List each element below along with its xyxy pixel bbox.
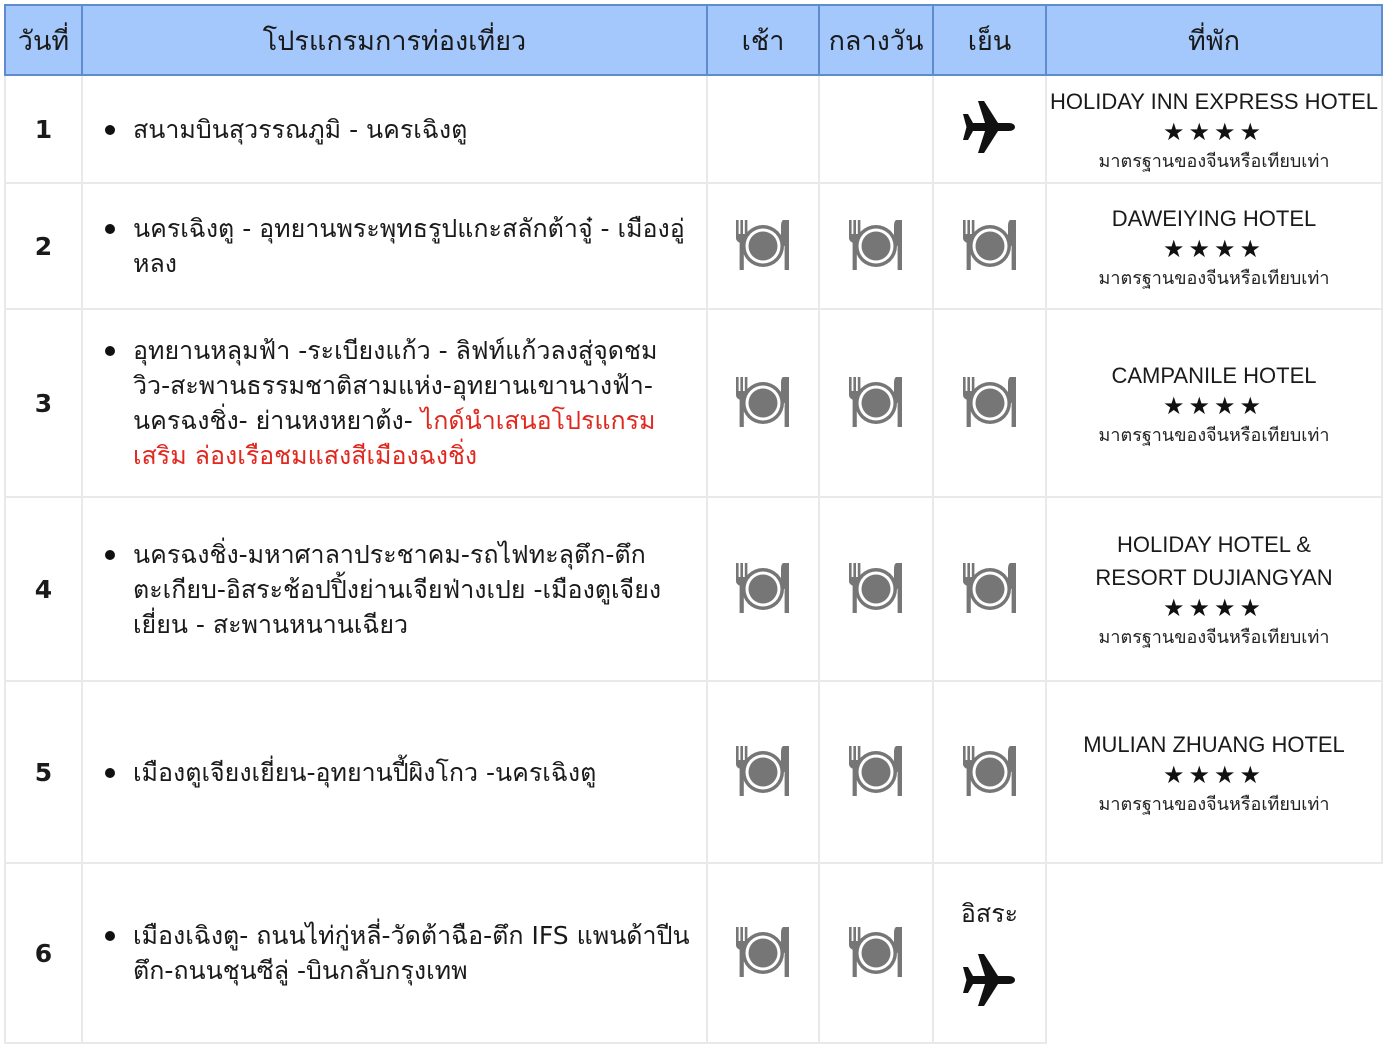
hotel-standard: มาตรฐานของจีนหรือเทียบเท่า — [1098, 424, 1330, 445]
program-cell: นครเฉิงตู - อุทยานพระพุทธรูปแกะสลักต้าจู… — [81, 182, 708, 310]
hotel-name: HOLIDAY HOTEL & RESORT DUJIANGYAN — [1095, 532, 1333, 590]
plate-fork-knife-icon — [734, 220, 792, 276]
program-item: อุทยานหลุมฟ้า -ระเบียงแก้ว - ลิฟท์แก้วลง… — [105, 333, 694, 473]
plate-fork-knife-icon — [961, 563, 1019, 619]
plate-fork-knife-icon — [734, 746, 792, 802]
hotel-name: CAMPANILE HOTEL — [1111, 362, 1317, 388]
hotel-stars: ★★★★ — [1162, 761, 1266, 789]
meal-breakfast — [706, 496, 820, 682]
meal-dinner — [932, 496, 1047, 682]
hotel-standard: มาตรฐานของจีนหรือเทียบเท่า — [1098, 150, 1330, 171]
meal-breakfast — [706, 74, 820, 184]
program-cell: สนามบินสุวรรณภูมิ - นครเฉิงตู — [81, 74, 708, 184]
day-row: 5 เมืองตูเจียงเยี่ยน-อุทยานปี้ผิงโกว -นคร… — [4, 680, 1383, 864]
free-time-label: อิสระ — [960, 899, 1019, 928]
hotel-standard: มาตรฐานของจีนหรือเทียบเท่า — [1098, 627, 1330, 647]
day-number: 2 — [4, 182, 83, 310]
meal-lunch — [818, 182, 934, 310]
header-hotel: ที่พัก — [1045, 4, 1383, 76]
itinerary-table: วันที่ โปรแกรมการท่องเที่ยว เช้า กลางวัน… — [4, 4, 1383, 1044]
plate-fork-knife-icon — [847, 746, 905, 802]
header-day: วันที่ — [4, 4, 83, 76]
program-text: สนามบินสุวรรณภูมิ - นครเฉิงตู — [133, 114, 468, 144]
hotel-name: HOLIDAY INN EXPRESS HOTEL — [1049, 88, 1379, 114]
program-cell: เมืองตูเจียงเยี่ยน-อุทยานปี้ผิงโกว -นครเ… — [81, 680, 708, 864]
header-dinner: เย็น — [932, 4, 1047, 76]
hotel-standard: มาตรฐานของจีนหรือเทียบเท่า — [1098, 793, 1330, 814]
day-row: 2 นครเฉิงตู - อุทยานพระพุทธรูปแกะสลักต้าจ… — [4, 182, 1383, 310]
plate-fork-knife-icon — [961, 377, 1019, 433]
hotel-standard: มาตรฐานของจีนหรือเทียบเท่า — [1098, 267, 1330, 288]
plate-fork-knife-icon — [734, 563, 792, 619]
header-breakfast: เช้า — [706, 4, 820, 76]
hotel-stars: ★★★★ — [1162, 118, 1266, 146]
program-item: เมืองตูเจียงเยี่ยน-อุทยานปี้ผิงโกว -นครเ… — [105, 755, 694, 790]
meal-dinner: อิสระ — [932, 862, 1047, 1044]
day-row: 6 เมืองเฉิงตู- ถนนไท่กู่หลี่-วัดต้าฉือ-ตึ… — [4, 862, 1383, 1044]
program-item: นครเฉิงตู - อุทยานพระพุทธรูปแกะสลักต้าจู… — [105, 211, 694, 281]
plate-fork-knife-icon — [734, 927, 792, 983]
day-row: 1 สนามบินสุวรรณภูมิ - นครเฉิงตู HOLIDAY I… — [4, 74, 1383, 184]
day-number: 6 — [4, 862, 83, 1044]
program-text: เมืองเฉิงตู- ถนนไท่กู่หลี่-วัดต้าฉือ-ตึก… — [133, 921, 690, 985]
meal-dinner — [932, 680, 1047, 864]
hotel-stars: ★★★★ — [1162, 392, 1266, 420]
hotel-cell: MULIAN ZHUANG HOTEL ★★★★ มาตรฐานของจีนหรือ… — [1045, 680, 1383, 864]
program-item: สนามบินสุวรรณภูมิ - นครเฉิงตู — [105, 112, 694, 147]
meal-lunch — [818, 862, 934, 1044]
program-text: นครฉงชิ่ง-มหาศาลาประชาคม-รถไฟทะลุตึก-ตึก… — [133, 539, 662, 639]
plate-fork-knife-icon — [847, 927, 905, 983]
day-number: 1 — [4, 74, 83, 184]
program-item: เมืองเฉิงตู- ถนนไท่กู่หลี่-วัดต้าฉือ-ตึก… — [105, 918, 694, 988]
meal-breakfast — [706, 182, 820, 310]
hotel-name: MULIAN ZHUANG HOTEL — [1083, 731, 1345, 757]
meal-breakfast — [706, 680, 820, 864]
plate-fork-knife-icon — [847, 563, 905, 619]
airplane-icon — [962, 954, 1018, 1012]
meal-lunch — [818, 680, 934, 864]
day-row: 3 อุทยานหลุมฟ้า -ระเบียงแก้ว - ลิฟท์แก้วล… — [4, 308, 1383, 498]
airplane-icon — [962, 101, 1018, 159]
program-cell: อุทยานหลุมฟ้า -ระเบียงแก้ว - ลิฟท์แก้วลง… — [81, 308, 708, 498]
day-number: 5 — [4, 680, 83, 864]
plate-fork-knife-icon — [847, 377, 905, 433]
hotel-cell: DAWEIYING HOTEL ★★★★ มาตรฐานของจีนหรือเทีย… — [1045, 182, 1383, 310]
plate-fork-knife-icon — [734, 377, 792, 433]
program-text: นครเฉิงตู - อุทยานพระพุทธรูปแกะสลักต้าจู… — [133, 214, 685, 278]
program-text: เมืองตูเจียงเยี่ยน-อุทยานปี้ผิงโกว -นครเ… — [133, 757, 597, 787]
header-lunch: กลางวัน — [818, 4, 934, 76]
program-item: นครฉงชิ่ง-มหาศาลาประชาคม-รถไฟทะลุตึก-ตึก… — [105, 537, 694, 642]
plate-fork-knife-icon — [847, 220, 905, 276]
hotel-stars: ★★★★ — [1162, 595, 1266, 622]
header-row: วันที่ โปรแกรมการท่องเที่ยว เช้า กลางวัน… — [4, 4, 1383, 76]
header-program: โปรแกรมการท่องเที่ยว — [81, 4, 708, 76]
hotel-cell — [1045, 862, 1383, 1044]
meal-dinner — [932, 182, 1047, 310]
plate-fork-knife-icon — [961, 746, 1019, 802]
day-row: 4 นครฉงชิ่ง-มหาศาลาประชาคม-รถไฟทะลุตึก-ตึ… — [4, 496, 1383, 682]
meal-lunch — [818, 308, 934, 498]
hotel-cell: CAMPANILE HOTEL ★★★★ มาตรฐานของจีนหรือเทีย… — [1045, 308, 1383, 498]
meal-breakfast — [706, 308, 820, 498]
hotel-name: DAWEIYING HOTEL — [1111, 205, 1317, 231]
meal-lunch — [818, 74, 934, 184]
program-cell: นครฉงชิ่ง-มหาศาลาประชาคม-รถไฟทะลุตึก-ตึก… — [81, 496, 708, 682]
day-number: 3 — [4, 308, 83, 498]
program-cell: เมืองเฉิงตู- ถนนไท่กู่หลี่-วัดต้าฉือ-ตึก… — [81, 862, 708, 1044]
day-number: 4 — [4, 496, 83, 682]
hotel-cell: HOLIDAY INN EXPRESS HOTEL ★★★★ มาตรฐานของจ… — [1045, 74, 1383, 184]
meal-breakfast — [706, 862, 820, 1044]
meal-dinner — [932, 308, 1047, 498]
hotel-stars: ★★★★ — [1162, 235, 1266, 263]
plate-fork-knife-icon — [961, 220, 1019, 276]
hotel-cell: HOLIDAY HOTEL & RESORT DUJIANGYAN ★★★★ มาต… — [1045, 496, 1383, 682]
meal-dinner — [932, 74, 1047, 184]
meal-lunch — [818, 496, 934, 682]
